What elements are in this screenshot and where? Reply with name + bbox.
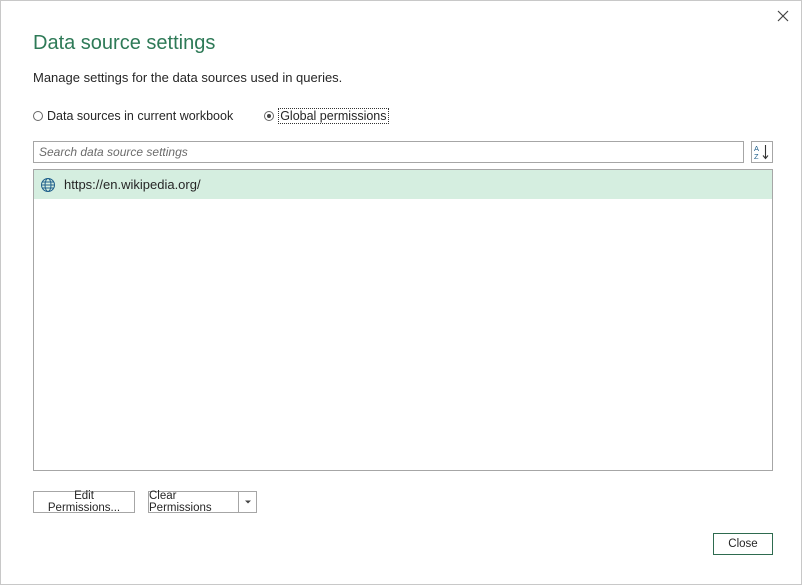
dialog-subtitle: Manage settings for the data sources use…	[33, 70, 343, 85]
radio-selected-icon[interactable]	[264, 111, 275, 121]
chevron-down-icon	[244, 500, 251, 504]
svg-text:Z: Z	[754, 152, 759, 161]
radio-current-workbook-label: Data sources in current workbook	[47, 109, 234, 123]
clear-permissions-dropdown[interactable]	[239, 492, 256, 512]
data-source-list[interactable]: https://en.wikipedia.org/	[33, 169, 773, 471]
scope-radio-group: Data sources in current workbook Global …	[33, 108, 389, 124]
clear-permissions-button[interactable]: Clear Permissions	[149, 490, 239, 514]
dialog-title: Data source settings	[33, 32, 216, 54]
data-source-settings-dialog: Data source settings Manage settings for…	[0, 0, 802, 585]
radio-global-permissions[interactable]: Global permissions	[264, 108, 389, 124]
list-item[interactable]: https://en.wikipedia.org/	[34, 170, 772, 199]
close-icon[interactable]	[775, 8, 791, 24]
sort-button[interactable]: A Z	[751, 141, 773, 163]
sort-az-icon: A Z	[754, 144, 769, 161]
edit-permissions-button[interactable]: Edit Permissions...	[33, 490, 135, 514]
data-source-url: https://en.wikipedia.org/	[64, 177, 201, 192]
clear-permissions-split-button: Clear Permissions	[148, 490, 257, 514]
radio-unselected-icon[interactable]	[33, 111, 43, 121]
close-button[interactable]: Close	[713, 533, 773, 555]
radio-global-permissions-label: Global permissions	[278, 108, 389, 124]
radio-current-workbook[interactable]: Data sources in current workbook	[33, 109, 233, 123]
globe-icon	[40, 177, 56, 193]
search-input[interactable]	[33, 141, 744, 163]
